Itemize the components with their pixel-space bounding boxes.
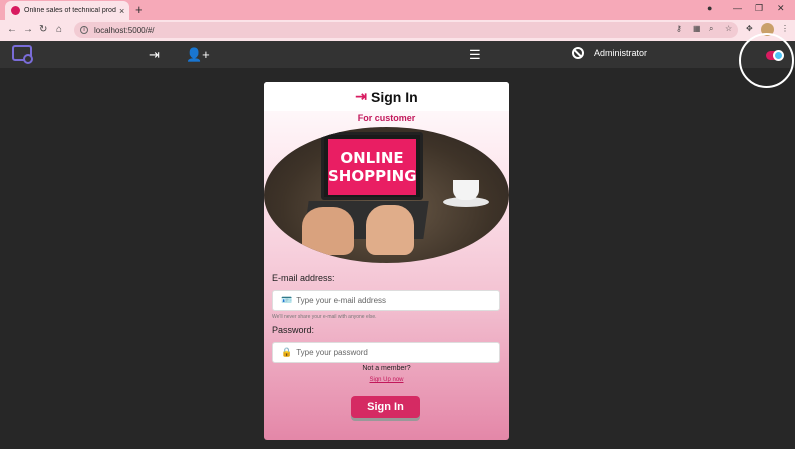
maximize-icon[interactable]: ❐ xyxy=(755,3,763,14)
theme-toggle-highlight xyxy=(739,33,794,88)
zoom-icon[interactable]: ⌕ xyxy=(709,24,713,34)
ban-icon xyxy=(572,47,584,59)
signup-link[interactable]: Sign Up now xyxy=(264,377,509,383)
url-text: localhost:5000/#/ xyxy=(94,25,155,35)
translate-icon[interactable]: ▦ xyxy=(693,24,701,33)
password-label: Password: xyxy=(272,325,315,335)
browser-tab[interactable]: Online sales of technical products × xyxy=(5,1,129,20)
extensions-icon[interactable]: ✥ xyxy=(746,24,753,33)
login-icon[interactable]: ⇥ xyxy=(149,47,160,63)
list-icon[interactable]: ☰ xyxy=(469,47,481,63)
shopping-image: ONLINE SHOPPING xyxy=(264,127,509,263)
email-label: E-mail address: xyxy=(272,273,335,283)
admin-link[interactable]: Administrator xyxy=(572,47,647,59)
new-tab-button[interactable]: + xyxy=(135,2,143,17)
laptop-screen: ONLINE SHOPPING xyxy=(321,132,423,200)
email-field[interactable]: 🪪 Type your e-mail address xyxy=(272,290,500,311)
signin-card: ⇥ Sign In For customer ONLINE SHOPPING E… xyxy=(264,82,509,440)
favicon-icon xyxy=(11,6,20,15)
theme-toggle[interactable] xyxy=(766,50,784,61)
signin-button[interactable]: Sign In xyxy=(351,396,420,418)
sign-in-icon: ⇥ xyxy=(355,88,368,104)
left-hand xyxy=(302,207,354,255)
image-text-line2: SHOPPING xyxy=(328,167,417,185)
admin-label: Administrator xyxy=(594,48,648,58)
app-logo-icon[interactable] xyxy=(12,45,33,64)
app-navbar: ⇥ 👤+ ☰ Administrator xyxy=(0,41,795,68)
email-helper-text: We'll never share your e-mail with anyon… xyxy=(272,314,377,320)
password-field[interactable]: 🔒 Type your password xyxy=(272,342,500,363)
kebab-menu-icon[interactable]: ⋮ xyxy=(781,24,789,33)
tab-title: Online sales of technical products xyxy=(24,7,116,14)
email-placeholder: Type your e-mail address xyxy=(296,296,387,305)
url-input[interactable]: i localhost:5000/#/ xyxy=(74,22,738,38)
minimize-icon[interactable]: — xyxy=(733,3,742,13)
close-window-icon[interactable]: ✕ xyxy=(777,3,785,14)
lock-icon: 🔒 xyxy=(281,347,293,357)
online-shopping-sign: ONLINE SHOPPING xyxy=(328,139,417,195)
profile-menu-icon[interactable]: ● xyxy=(707,3,712,13)
address-bar-row: ← → ↻ ⌂ i localhost:5000/#/ ⚷ ▦ ⌕ ☆ ✥ ⋮ xyxy=(0,20,795,41)
home-icon[interactable]: ⌂ xyxy=(56,24,62,35)
card-header: ⇥ Sign In xyxy=(264,82,509,111)
bookmark-star-icon[interactable]: ☆ xyxy=(725,24,732,33)
back-icon[interactable]: ← xyxy=(7,24,17,35)
coffee-cup xyxy=(453,180,479,200)
toggle-knob xyxy=(773,50,784,61)
right-hand xyxy=(366,205,414,255)
close-tab-icon[interactable]: × xyxy=(119,6,124,16)
browser-tab-strip: Online sales of technical products × + ●… xyxy=(0,0,795,20)
key-icon[interactable]: ⚷ xyxy=(676,24,682,33)
add-user-icon[interactable]: 👤+ xyxy=(186,47,210,63)
card-subtitle: For customer xyxy=(357,113,416,123)
id-card-icon: 🪪 xyxy=(281,295,293,305)
not-member-text: Not a member? xyxy=(362,365,411,372)
site-info-icon[interactable]: i xyxy=(80,26,88,34)
password-placeholder: Type your password xyxy=(296,348,368,357)
image-text-line1: ONLINE xyxy=(340,149,404,167)
reload-icon[interactable]: ↻ xyxy=(39,24,47,35)
forward-icon[interactable]: → xyxy=(23,24,33,35)
card-title: Sign In xyxy=(371,88,418,105)
